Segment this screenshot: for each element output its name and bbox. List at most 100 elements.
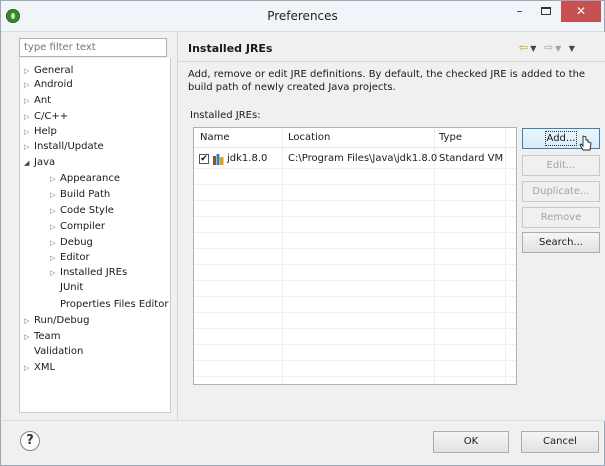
preferences-tree: ▷ General ▷ Android ▷ Ant ▷ C/C++ ▷ Help ▷ Ins… — [19, 58, 171, 413]
hand-cursor-icon — [579, 135, 592, 151]
expand-arrow-icon[interactable]: ▷ — [50, 220, 55, 234]
tree-item-install-update[interactable]: ▷ Install/Update — [24, 140, 104, 154]
tree-item-compiler[interactable]: ▷ Compiler — [50, 220, 106, 234]
tree-item-label: Properties Files Editor — [60, 299, 169, 310]
title-bar: Preferences – ✕ — [1, 1, 604, 32]
tree-item-label: JUnit — [60, 282, 84, 293]
tree-item-java[interactable]: ◢ Java — [24, 156, 56, 170]
tree-item-label: Validation — [34, 346, 84, 357]
installed-jres-table[interactable]: Name Location Type ✔ jdk1.8.0 C:\Program… — [193, 127, 517, 385]
tree-item-run-debug[interactable]: ▷ Run/Debug — [24, 314, 90, 328]
tree-item-label: Compiler — [60, 221, 106, 232]
column-header-type[interactable]: Type — [439, 132, 462, 143]
duplicate-button[interactable]: Duplicate... — [522, 181, 600, 202]
expand-arrow-icon[interactable]: ▷ — [24, 330, 29, 344]
maximize-button[interactable] — [533, 1, 558, 22]
tree-item-editor[interactable]: ▷ Editor — [50, 251, 90, 265]
row-divider — [194, 184, 516, 185]
tree-item-build-path[interactable]: ▷ Build Path — [50, 188, 111, 202]
jre-name-cell: jdk1.8.0 — [227, 153, 268, 164]
maximize-icon — [540, 6, 551, 15]
expand-arrow-icon[interactable]: ▷ — [24, 78, 29, 92]
remove-button[interactable]: Remove — [522, 207, 600, 228]
column-header-name[interactable]: Name — [200, 132, 230, 143]
expand-arrow-icon[interactable]: ▷ — [24, 314, 29, 328]
tree-item-label: Team — [34, 331, 61, 342]
back-arrow-icon[interactable]: ⇦ — [519, 41, 530, 54]
bottom-separator — [2, 420, 605, 421]
tree-item-label: Ant — [34, 95, 52, 106]
expand-arrow-icon[interactable]: ▷ — [24, 140, 29, 154]
close-button[interactable]: ✕ — [561, 1, 601, 22]
expand-arrow-icon[interactable]: ▷ — [24, 94, 29, 108]
table-header: Name Location Type — [194, 128, 516, 148]
column-divider — [282, 128, 283, 384]
button-label: Search... — [539, 237, 583, 248]
tree-item-label: Java — [34, 157, 56, 168]
title-separator — [178, 61, 605, 62]
back-menu-chevron-icon[interactable]: ▼ — [530, 44, 538, 53]
expand-arrow-icon[interactable]: ▷ — [24, 125, 29, 139]
tree-item-general[interactable]: ▷ General — [24, 64, 74, 78]
expand-arrow-icon[interactable]: ▷ — [24, 361, 29, 375]
edit-button[interactable]: Edit... — [522, 155, 600, 176]
label-part: REs: — [238, 110, 261, 121]
tree-item-debug[interactable]: ▷ Debug — [50, 236, 93, 250]
expand-arrow-icon[interactable]: ▷ — [50, 236, 55, 250]
row-divider — [194, 232, 516, 233]
jre-default-checkbox[interactable]: ✔ — [199, 154, 209, 164]
row-divider — [194, 168, 516, 169]
view-menu-chevron-icon[interactable]: ▼ — [569, 44, 577, 53]
expand-arrow-icon[interactable]: ▷ — [24, 110, 29, 124]
forward-menu-chevron-icon[interactable]: ▼ — [555, 44, 563, 53]
button-label: Edit... — [546, 160, 576, 171]
row-divider — [194, 344, 516, 345]
tree-item-android[interactable]: ▷ Android — [24, 78, 73, 92]
tree-item-label: Editor — [60, 252, 90, 263]
jre-type-cell: Standard VM — [439, 153, 504, 164]
filter-input[interactable] — [19, 38, 167, 57]
cancel-button[interactable]: Cancel — [521, 431, 599, 453]
tree-item-appearance[interactable]: ▷ Appearance — [50, 172, 120, 186]
forward-arrow-icon[interactable]: ⇨ — [544, 41, 555, 54]
tree-item-properties-files-editor[interactable]: Properties Files Editor — [60, 298, 168, 312]
tree-item-label: Installed JREs — [60, 267, 128, 278]
tree-item-cpp[interactable]: ▷ C/C++ — [24, 110, 68, 124]
tree-item-code-style[interactable]: ▷ Code Style — [50, 204, 114, 218]
search-button[interactable]: Search... — [522, 232, 600, 253]
row-divider — [194, 280, 516, 281]
jre-location-cell: C:\Program Files\Java\jdk1.8.0 — [288, 153, 438, 164]
row-divider — [194, 248, 516, 249]
tree-item-label: General — [34, 65, 74, 76]
tree-item-team[interactable]: ▷ Team — [24, 330, 61, 344]
help-icon[interactable]: ? — [20, 431, 40, 451]
ok-button[interactable]: OK — [433, 431, 509, 453]
tree-item-xml[interactable]: ▷ XML — [24, 361, 56, 375]
tree-item-help[interactable]: ▷ Help — [24, 125, 57, 139]
column-header-location[interactable]: Location — [288, 132, 330, 143]
row-divider — [194, 328, 516, 329]
tree-item-label: Build Path — [60, 189, 111, 200]
tree-item-label: Install/Update — [34, 141, 104, 152]
tree-item-label: Code Style — [60, 205, 114, 216]
tree-item-label: XML — [34, 362, 56, 373]
button-label: Cancel — [543, 436, 577, 447]
tree-item-label: Run/Debug — [34, 315, 90, 326]
expand-arrow-icon[interactable]: ▷ — [50, 266, 55, 280]
row-divider — [194, 312, 516, 313]
row-divider — [194, 264, 516, 265]
expand-arrow-icon[interactable]: ▷ — [50, 188, 55, 202]
tree-item-ant[interactable]: ▷ Ant — [24, 94, 52, 108]
tree-item-installed-jres[interactable]: ▷ Installed JREs — [50, 266, 128, 280]
page-navigation: ⇦▼ ⇨▼ ▼ — [519, 41, 577, 54]
preferences-window: Preferences – ✕ ▷ General ▷ Android ▷ Ant ▷… — [0, 0, 605, 466]
minimize-button[interactable]: – — [507, 1, 532, 22]
expand-arrow-icon[interactable]: ▷ — [24, 64, 29, 78]
tree-item-junit[interactable]: JUnit — [60, 281, 83, 295]
expand-arrow-icon[interactable]: ▷ — [50, 204, 55, 218]
page-description: Add, remove or edit JRE definitions. By … — [188, 69, 586, 93]
expand-arrow-icon[interactable]: ▷ — [50, 172, 55, 186]
collapse-arrow-icon[interactable]: ◢ — [24, 156, 29, 170]
tree-item-validation[interactable]: Validation — [34, 345, 83, 359]
expand-arrow-icon[interactable]: ▷ — [50, 251, 55, 265]
